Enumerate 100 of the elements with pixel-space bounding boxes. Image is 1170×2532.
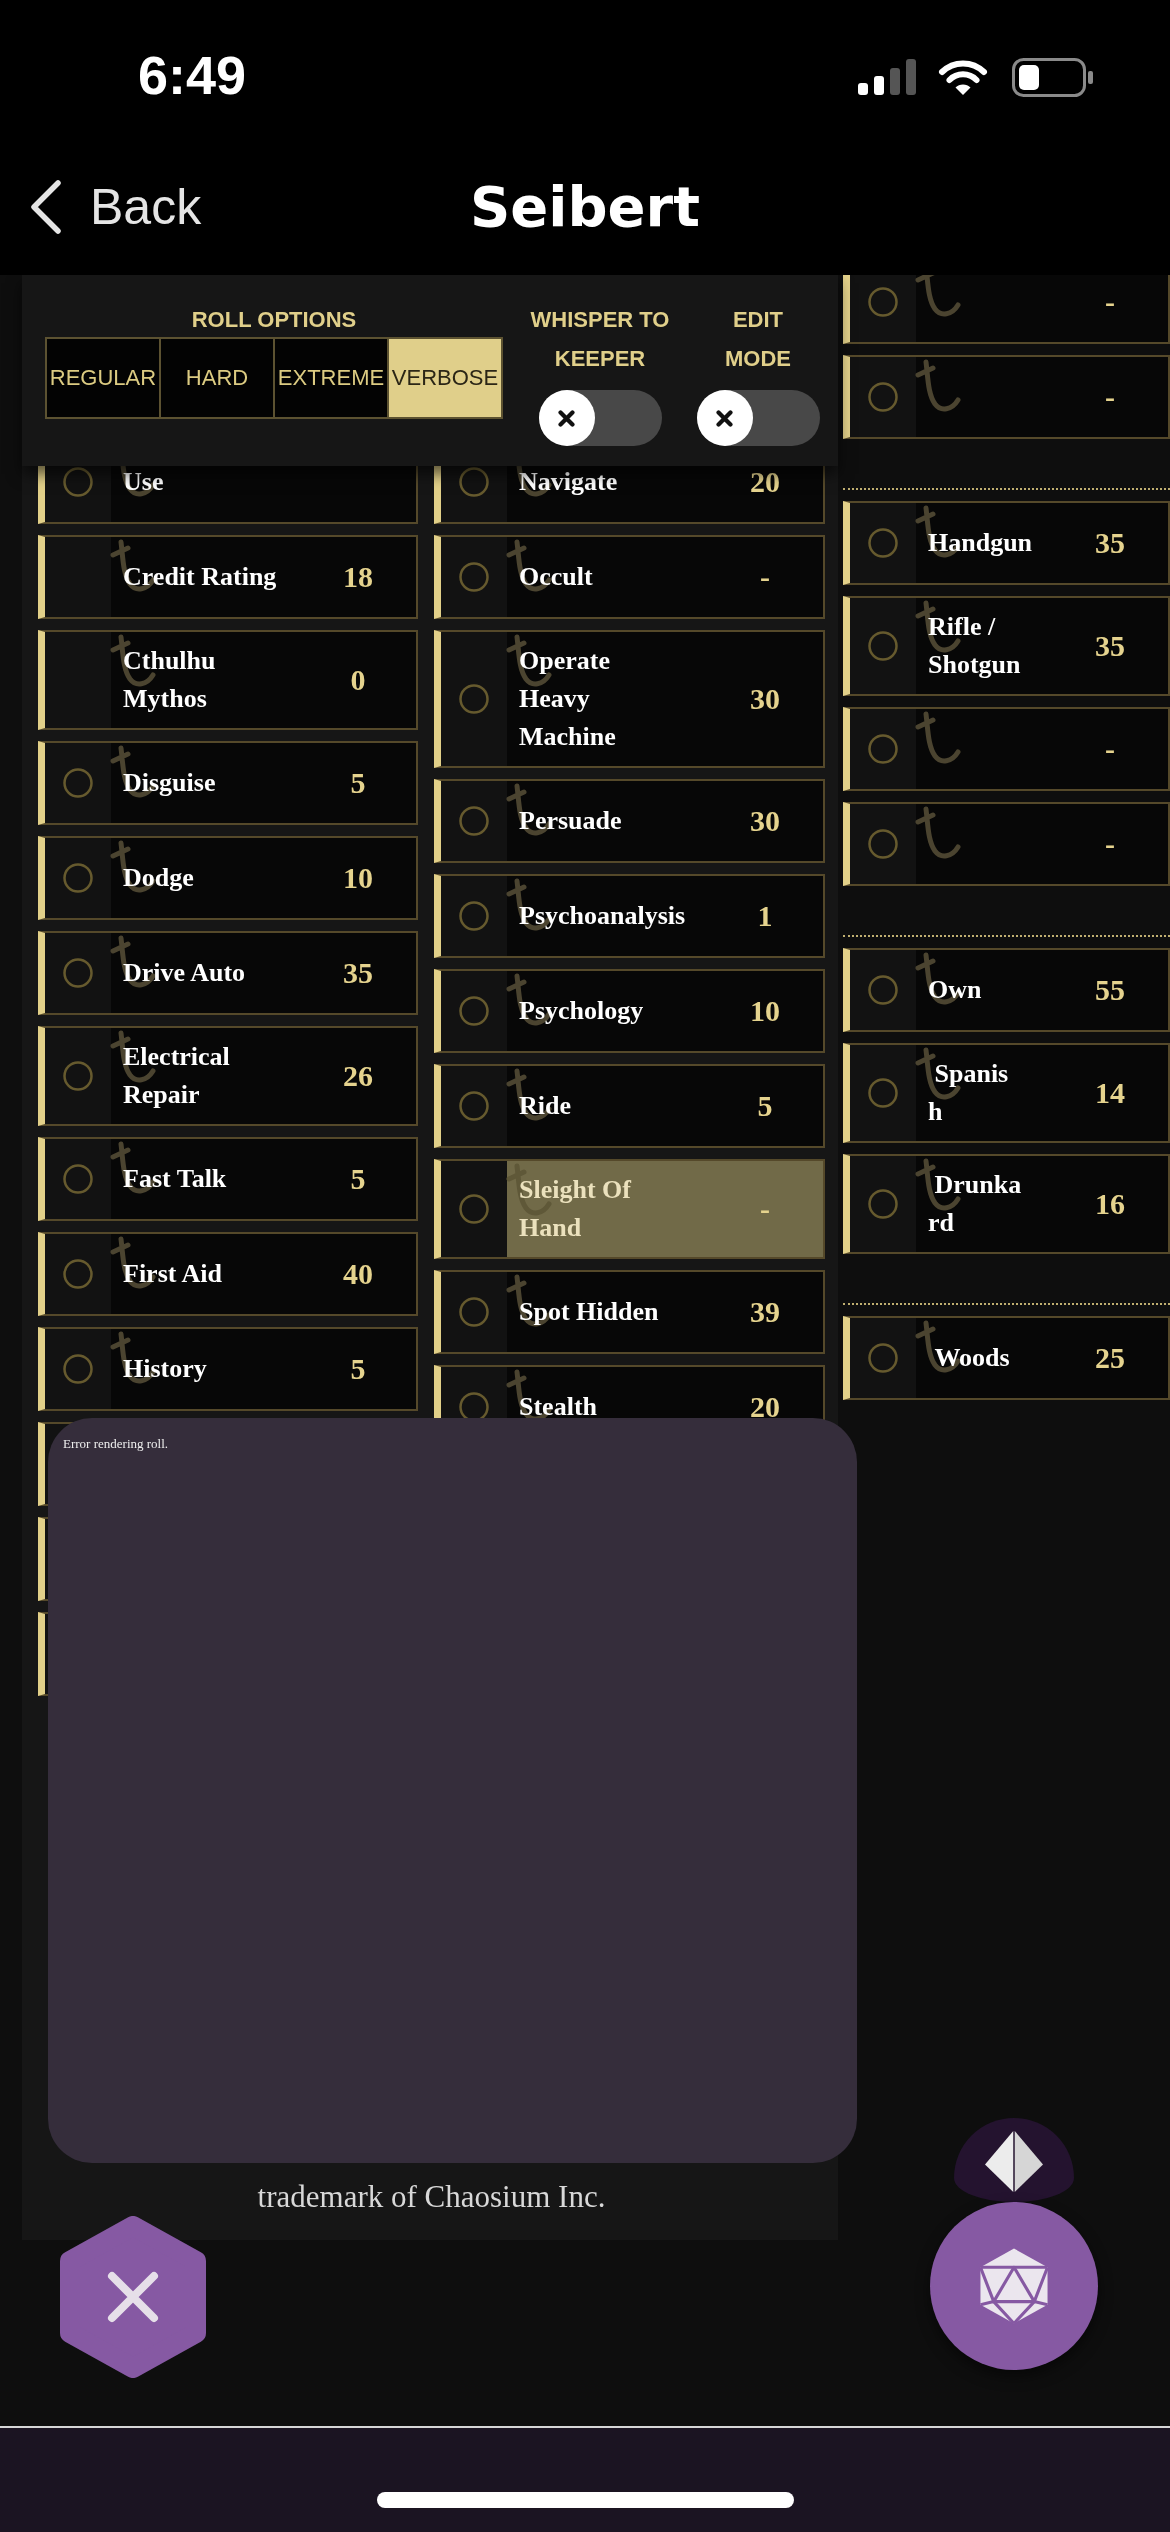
skill-name: Own bbox=[928, 974, 982, 1006]
checkbox[interactable] bbox=[868, 1078, 898, 1108]
checkbox[interactable] bbox=[868, 829, 898, 859]
skill-name: Psychoanalysis bbox=[519, 900, 686, 932]
skill-card[interactable]: - bbox=[843, 355, 1170, 439]
skill-name: Disguise bbox=[123, 767, 216, 799]
checkbox[interactable] bbox=[868, 1343, 898, 1373]
status-time: 6:49 bbox=[138, 48, 247, 102]
checkbox[interactable] bbox=[868, 528, 898, 558]
checkbox[interactable] bbox=[63, 768, 93, 798]
skill-card[interactable]: Handgun 35 bbox=[843, 501, 1170, 585]
skill-card[interactable]: Spanish 14 bbox=[843, 1043, 1170, 1143]
skill-value: 0 bbox=[349, 662, 367, 698]
checkbox[interactable] bbox=[459, 1194, 489, 1224]
checkbox[interactable] bbox=[63, 958, 93, 988]
skill-card[interactable]: History 5 bbox=[38, 1327, 418, 1411]
roll-option-button[interactable]: VERBOSE bbox=[387, 337, 503, 419]
skill-name: Handgun bbox=[928, 527, 1033, 559]
skill-name: Spot Hidden bbox=[519, 1296, 659, 1328]
skill-card[interactable]: - bbox=[843, 707, 1170, 791]
back-button[interactable]: Back bbox=[28, 176, 202, 237]
skill-value: 35 bbox=[1094, 525, 1126, 561]
skill-name: First Aid bbox=[123, 1258, 222, 1290]
skill-card[interactable]: Drunkard 16 bbox=[843, 1154, 1170, 1254]
skill-value: 35 bbox=[342, 955, 374, 991]
checkbox[interactable] bbox=[459, 467, 489, 497]
x-mark-icon bbox=[716, 409, 733, 427]
skill-value: - bbox=[759, 559, 771, 595]
skill-card[interactable]: Credit Rating 18 bbox=[38, 535, 418, 619]
checkbox[interactable] bbox=[459, 1297, 489, 1327]
skill-name: Spanish bbox=[928, 1058, 1010, 1128]
skill-card[interactable]: Persuade 30 bbox=[434, 779, 825, 863]
skill-name: Drunkard bbox=[928, 1169, 1022, 1239]
skill-value: - bbox=[1104, 826, 1116, 862]
skill-value: - bbox=[1104, 379, 1116, 415]
skill-card[interactable]: Fast Talk 5 bbox=[38, 1137, 418, 1221]
roll-option-button[interactable]: HARD bbox=[159, 337, 275, 419]
checkbox[interactable] bbox=[63, 1259, 93, 1289]
checkbox[interactable] bbox=[868, 382, 898, 412]
checkbox[interactable] bbox=[868, 1189, 898, 1219]
skill-value: 35 bbox=[1094, 628, 1126, 664]
checkbox[interactable] bbox=[459, 684, 489, 714]
checkbox[interactable] bbox=[63, 467, 93, 497]
skill-name: Electrical Repair bbox=[123, 1041, 231, 1111]
error-message: Error rendering roll. bbox=[63, 1436, 169, 1451]
checkbox[interactable] bbox=[459, 562, 489, 592]
skill-card[interactable]: Ride 5 bbox=[434, 1064, 825, 1148]
skill-value: 10 bbox=[749, 993, 781, 1029]
toggle-label: WHISPER TO KEEPER bbox=[529, 306, 671, 373]
skill-card[interactable]: Disguise 5 bbox=[38, 741, 418, 825]
checkbox[interactable] bbox=[63, 863, 93, 893]
skill-name: History bbox=[123, 1353, 207, 1385]
checkbox[interactable] bbox=[63, 1164, 93, 1194]
x-mark-icon bbox=[558, 409, 575, 427]
checkbox[interactable] bbox=[63, 1354, 93, 1384]
skill-card[interactable]: First Aid 40 bbox=[38, 1232, 418, 1316]
skill-card[interactable]: Spot Hidden 39 bbox=[434, 1270, 825, 1354]
checkbox[interactable] bbox=[63, 1061, 93, 1091]
skill-value: 5 bbox=[349, 765, 367, 801]
skill-name: Operate Heavy Machine bbox=[519, 645, 617, 753]
checkbox[interactable] bbox=[459, 806, 489, 836]
skill-card[interactable]: Electrical Repair 26 bbox=[38, 1026, 418, 1126]
skill-name: Cthulhu Mythos bbox=[123, 645, 217, 715]
skill-value: 55 bbox=[1094, 972, 1126, 1008]
skill-card[interactable]: Psychoanalysis 1 bbox=[434, 874, 825, 958]
checkbox[interactable] bbox=[868, 734, 898, 764]
skill-value: 10 bbox=[342, 860, 374, 896]
toggle-switch[interactable] bbox=[538, 390, 662, 446]
checkbox[interactable] bbox=[868, 975, 898, 1005]
checkbox[interactable] bbox=[868, 287, 898, 317]
skill-name: Dodge bbox=[123, 862, 194, 894]
skill-card[interactable]: Sleight Of Hand - bbox=[434, 1159, 825, 1259]
skill-card[interactable]: Dodge 10 bbox=[38, 836, 418, 920]
skill-card[interactable]: Rifle / Shotgun 35 bbox=[843, 596, 1170, 696]
skill-name: Fast Talk bbox=[123, 1163, 227, 1195]
skill-card[interactable]: Occult - bbox=[434, 535, 825, 619]
close-button[interactable] bbox=[60, 2216, 206, 2378]
checkbox[interactable] bbox=[868, 631, 898, 661]
skill-name: Sleight Of Hand bbox=[519, 1174, 633, 1244]
roll-option-button[interactable]: REGULAR bbox=[45, 337, 161, 419]
skill-card[interactable]: Operate Heavy Machine 30 bbox=[434, 630, 825, 768]
checkbox[interactable] bbox=[459, 901, 489, 931]
skill-card[interactable]: Psychology 10 bbox=[434, 969, 825, 1053]
skill-value: 39 bbox=[749, 1294, 781, 1330]
toggle-switch[interactable] bbox=[696, 390, 820, 446]
checkbox[interactable] bbox=[459, 1091, 489, 1121]
skill-card[interactable]: Own 55 bbox=[843, 948, 1170, 1032]
skill-card[interactable]: Drive Auto 35 bbox=[38, 931, 418, 1015]
skill-card[interactable]: Cthulhu Mythos 0 bbox=[38, 630, 418, 730]
skill-name: Woods bbox=[933, 1342, 1010, 1374]
skill-value: - bbox=[1104, 731, 1116, 767]
screen-title: Seibert bbox=[470, 172, 700, 241]
skill-card[interactable]: - bbox=[843, 275, 1170, 344]
skill-value: 25 bbox=[1094, 1340, 1126, 1376]
skill-card[interactable]: Woods 25 bbox=[843, 1316, 1170, 1400]
skill-card[interactable]: - bbox=[843, 802, 1170, 886]
skill-value: 20 bbox=[749, 464, 781, 500]
roll-option-button[interactable]: EXTREME bbox=[273, 337, 389, 419]
checkbox[interactable] bbox=[459, 996, 489, 1026]
skill-value: 26 bbox=[342, 1058, 374, 1094]
